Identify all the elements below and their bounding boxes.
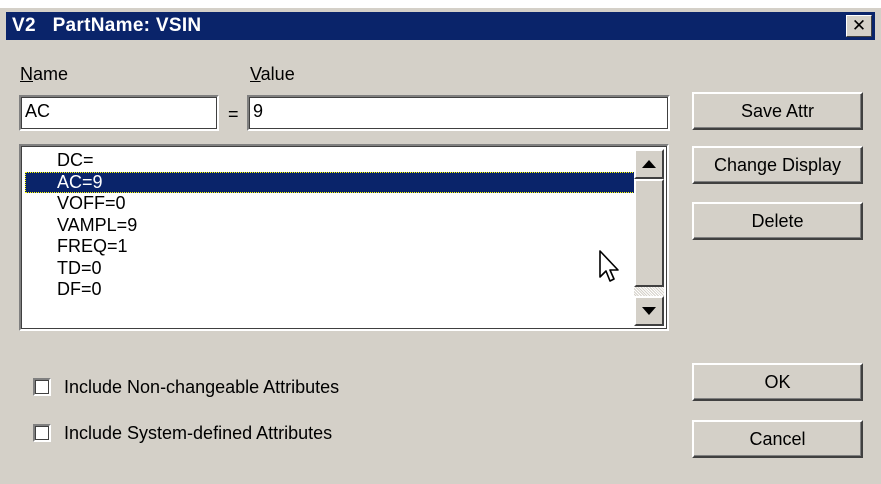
- dialog-title: V2 PartName: VSIN: [12, 15, 202, 36]
- cancel-button[interactable]: Cancel: [692, 420, 863, 458]
- attribute-list-item[interactable]: TD=0: [25, 258, 637, 280]
- value-label: Value: [250, 64, 295, 85]
- name-label-text: ame: [33, 64, 69, 84]
- equals-sign: =: [228, 104, 239, 124]
- change-display-label: Change Display: [713, 154, 842, 175]
- attribute-list-item[interactable]: DF=0: [25, 279, 637, 301]
- save-attr-label: Save Attr: [740, 100, 815, 121]
- close-button[interactable]: ✕: [846, 15, 872, 37]
- attribute-list[interactable]: DC= AC=9 VOFF=0 VAMPL=9 FREQ=1 TD=0 DF=0: [19, 144, 669, 331]
- attribute-list-item[interactable]: VOFF=0: [25, 193, 637, 215]
- value-field[interactable]: 9: [247, 95, 670, 131]
- change-display-button[interactable]: Change Display: [692, 146, 863, 184]
- name-field[interactable]: AC: [19, 95, 219, 131]
- cancel-label: Cancel: [749, 428, 806, 449]
- attribute-list-item[interactable]: VAMPL=9: [25, 215, 637, 237]
- scroll-thumb[interactable]: [634, 179, 664, 287]
- non-changeable-checkbox[interactable]: [33, 378, 51, 396]
- title-bar[interactable]: V2 PartName: VSIN ✕: [6, 12, 875, 40]
- attribute-list-item[interactable]: FREQ=1: [25, 236, 637, 258]
- name-label: Name: [20, 64, 68, 85]
- value-label-text: alue: [260, 64, 295, 84]
- scroll-down-button[interactable]: [634, 296, 664, 326]
- mouse-pointer-icon: [599, 250, 619, 282]
- scroll-down-arrow-icon: [642, 307, 656, 315]
- scroll-up-button[interactable]: [634, 149, 664, 179]
- list-scrollbar[interactable]: [634, 149, 664, 326]
- attribute-list-items: DC= AC=9 VOFF=0 VAMPL=9 FREQ=1 TD=0 DF=0: [25, 150, 637, 301]
- non-changeable-label[interactable]: Include Non-changeable Attributes: [64, 377, 339, 398]
- name-label-mnemonic: N: [20, 64, 33, 84]
- close-icon: ✕: [851, 16, 867, 35]
- delete-button[interactable]: Delete: [692, 202, 863, 240]
- save-attr-button[interactable]: Save Attr: [692, 92, 863, 130]
- ok-label: OK: [764, 371, 791, 392]
- scroll-up-arrow-icon: [642, 160, 656, 168]
- value-label-mnemonic: V: [250, 64, 261, 84]
- system-defined-checkbox[interactable]: [33, 424, 51, 442]
- delete-label: Delete: [751, 210, 804, 231]
- attribute-list-item[interactable]: AC=9: [25, 171, 637, 193]
- system-defined-label[interactable]: Include System-defined Attributes: [64, 423, 332, 444]
- ok-button[interactable]: OK: [692, 363, 863, 401]
- attribute-list-item[interactable]: DC=: [25, 150, 637, 172]
